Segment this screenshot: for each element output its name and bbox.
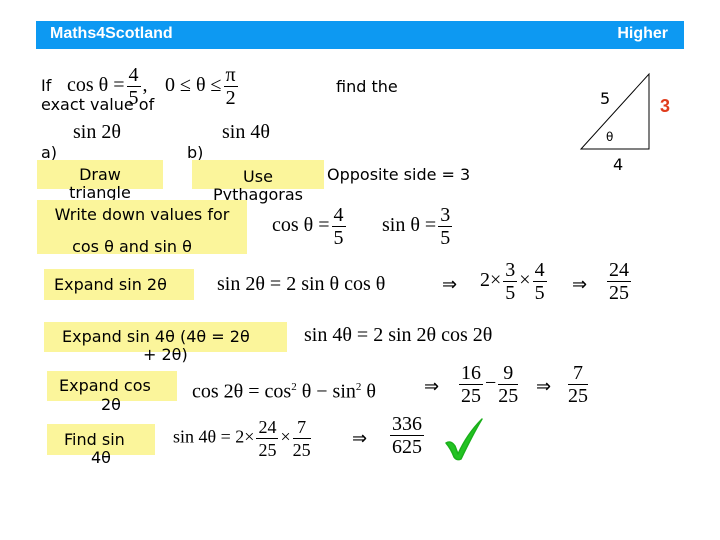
triangle-shape xyxy=(579,72,650,150)
sin4-fraction1: 24 25 xyxy=(256,416,279,461)
cos2-identity-end: θ xyxy=(361,380,376,403)
sin2-result: 24 25 xyxy=(605,259,633,304)
sin2-calculation: 2× 3 5 × 4 5 xyxy=(480,259,549,304)
fraction-numerator: 4 xyxy=(331,204,346,227)
exact-value-text: exact value of xyxy=(41,95,155,114)
fraction-numerator: 4 xyxy=(532,259,547,282)
cos2-identity-mid: θ − sin xyxy=(296,380,356,403)
fraction-denominator: 5 xyxy=(440,227,451,249)
opposite-side-text: Opposite side = 3 xyxy=(327,165,471,184)
implies-arrow: ⇒ xyxy=(442,274,458,295)
sin-theta-value: sin θ = 3 5 xyxy=(382,204,454,249)
sin4-result-fraction: 336 625 xyxy=(390,413,424,458)
cos2-result-fraction: 7 25 xyxy=(568,362,588,407)
step-find-sin4-line1: Find sin xyxy=(64,430,125,449)
step-expand-sin2-label: Expand sin 2θ xyxy=(54,275,167,294)
checkmark-shape xyxy=(445,418,483,461)
if-text: If xyxy=(41,76,52,95)
checkmark-icon xyxy=(445,418,483,461)
fraction-numerator: 4 xyxy=(126,64,141,87)
range-condition: 0 ≤ θ ≤ π 2 xyxy=(165,64,240,109)
fraction-numerator: 16 xyxy=(459,362,483,385)
fraction-numerator: 9 xyxy=(498,362,519,385)
hypotenuse-label: 5 xyxy=(600,89,611,108)
find-the-text: find the xyxy=(336,77,398,96)
cos2-identity-lhs: cos 2θ = cos xyxy=(192,380,292,403)
step-expand-sin4-line2: + 2θ) xyxy=(143,345,188,364)
right-triangle-diagram xyxy=(579,72,650,150)
step-expand-sin4-line1: Expand sin 4θ (4θ = 2θ xyxy=(62,327,250,346)
fraction-denominator: 25 xyxy=(461,385,481,407)
minus-sign: − xyxy=(485,372,497,395)
cos-theta-value: cos θ = 4 5 xyxy=(272,204,348,249)
cos-value-fraction: 45 xyxy=(331,204,346,249)
implies-arrow: ⇒ xyxy=(424,376,440,397)
sin-value-lhs: sin θ = xyxy=(382,214,437,237)
step-draw-line1: Draw xyxy=(79,165,121,184)
cos2-identity: cos 2θ = cos2 θ − sin2 θ xyxy=(192,376,376,403)
level-label: Higher xyxy=(617,25,668,42)
fraction-denominator: 2 xyxy=(225,87,236,109)
sin4-result: 336 625 xyxy=(388,413,426,458)
fraction-denominator: 25 xyxy=(609,282,629,304)
fraction-numerator: 3 xyxy=(438,204,453,227)
sin2-calc-fraction2: 45 xyxy=(532,259,547,304)
cos-value-lhs: cos θ = xyxy=(272,214,330,237)
implies-arrow: ⇒ xyxy=(572,274,588,295)
step-expand-cos2-line1: Expand cos xyxy=(59,376,151,395)
sin2-calc-prefix: 2× xyxy=(480,269,502,292)
times-sign: × xyxy=(280,426,291,447)
fraction-denominator: 5 xyxy=(333,227,344,249)
angle-label: θ xyxy=(606,130,614,144)
sin2-result-fraction: 24 25 xyxy=(607,259,631,304)
cos-lhs: cos θ = xyxy=(67,74,125,97)
fraction-denominator: 625 xyxy=(392,436,422,458)
fraction-numerator: 24 xyxy=(607,259,631,282)
step-write-line1: Write down values for xyxy=(54,205,230,224)
comma: , xyxy=(142,74,148,97)
sin4-fraction2: 7 25 xyxy=(292,416,311,461)
fraction-denominator: 5 xyxy=(505,282,516,304)
adjacent-label: 4 xyxy=(613,155,624,174)
fraction-numerator: 3 xyxy=(503,259,518,282)
opposite-label: 3 xyxy=(660,96,671,116)
cos2-fraction1: 16 25 xyxy=(459,362,483,407)
fraction-denominator: 25 xyxy=(258,440,277,460)
fraction-denominator: 5 xyxy=(534,282,545,304)
cos2-calculation: 16 25−9 25 xyxy=(457,362,520,407)
sin2-identity: sin 2θ = 2 sin θ cos θ xyxy=(217,273,386,295)
site-title: Maths4Scotland xyxy=(50,25,173,42)
step-find-sin4-line2: 4θ xyxy=(91,448,111,467)
fraction-denominator: 25 xyxy=(498,385,519,407)
cos2-fraction2: 9 25 xyxy=(498,362,519,407)
step-pythagoras-line1: Use xyxy=(243,167,273,186)
sin4-calculation: sin 4θ = 2× 24 25 × 7 25 xyxy=(173,416,313,461)
implies-arrow: ⇒ xyxy=(536,376,552,397)
range-lhs: 0 ≤ θ ≤ xyxy=(165,74,222,97)
fraction-numerator: 7 xyxy=(292,416,311,439)
sin2-calc-fraction1: 35 xyxy=(503,259,518,304)
sin4-calc-lhs: sin 4θ = 2× xyxy=(173,426,255,447)
times-sign: × xyxy=(519,269,531,292)
step-expand-cos2-line2: 2θ xyxy=(101,395,121,414)
sin-value-fraction: 35 xyxy=(438,204,453,249)
part-b-expression: sin 4θ xyxy=(222,121,270,143)
implies-arrow: ⇒ xyxy=(352,428,368,449)
header-bar: Maths4Scotland Higher xyxy=(36,21,684,49)
cos2-result: 7 25 xyxy=(566,362,590,407)
fraction-numerator: π xyxy=(223,64,238,87)
range-fraction: π2 xyxy=(223,64,238,109)
part-a-expression: sin 2θ xyxy=(73,121,121,143)
fraction-denominator: 25 xyxy=(568,385,588,407)
fraction-numerator: 336 xyxy=(390,413,424,436)
fraction-numerator: 24 xyxy=(256,417,279,439)
sin4-identity: sin 4θ = 2 sin 2θ cos 2θ xyxy=(304,324,493,346)
fraction-numerator: 7 xyxy=(568,362,588,385)
step-write-line2: cos θ and sin θ xyxy=(72,237,192,256)
fraction-denominator: 25 xyxy=(292,440,311,460)
